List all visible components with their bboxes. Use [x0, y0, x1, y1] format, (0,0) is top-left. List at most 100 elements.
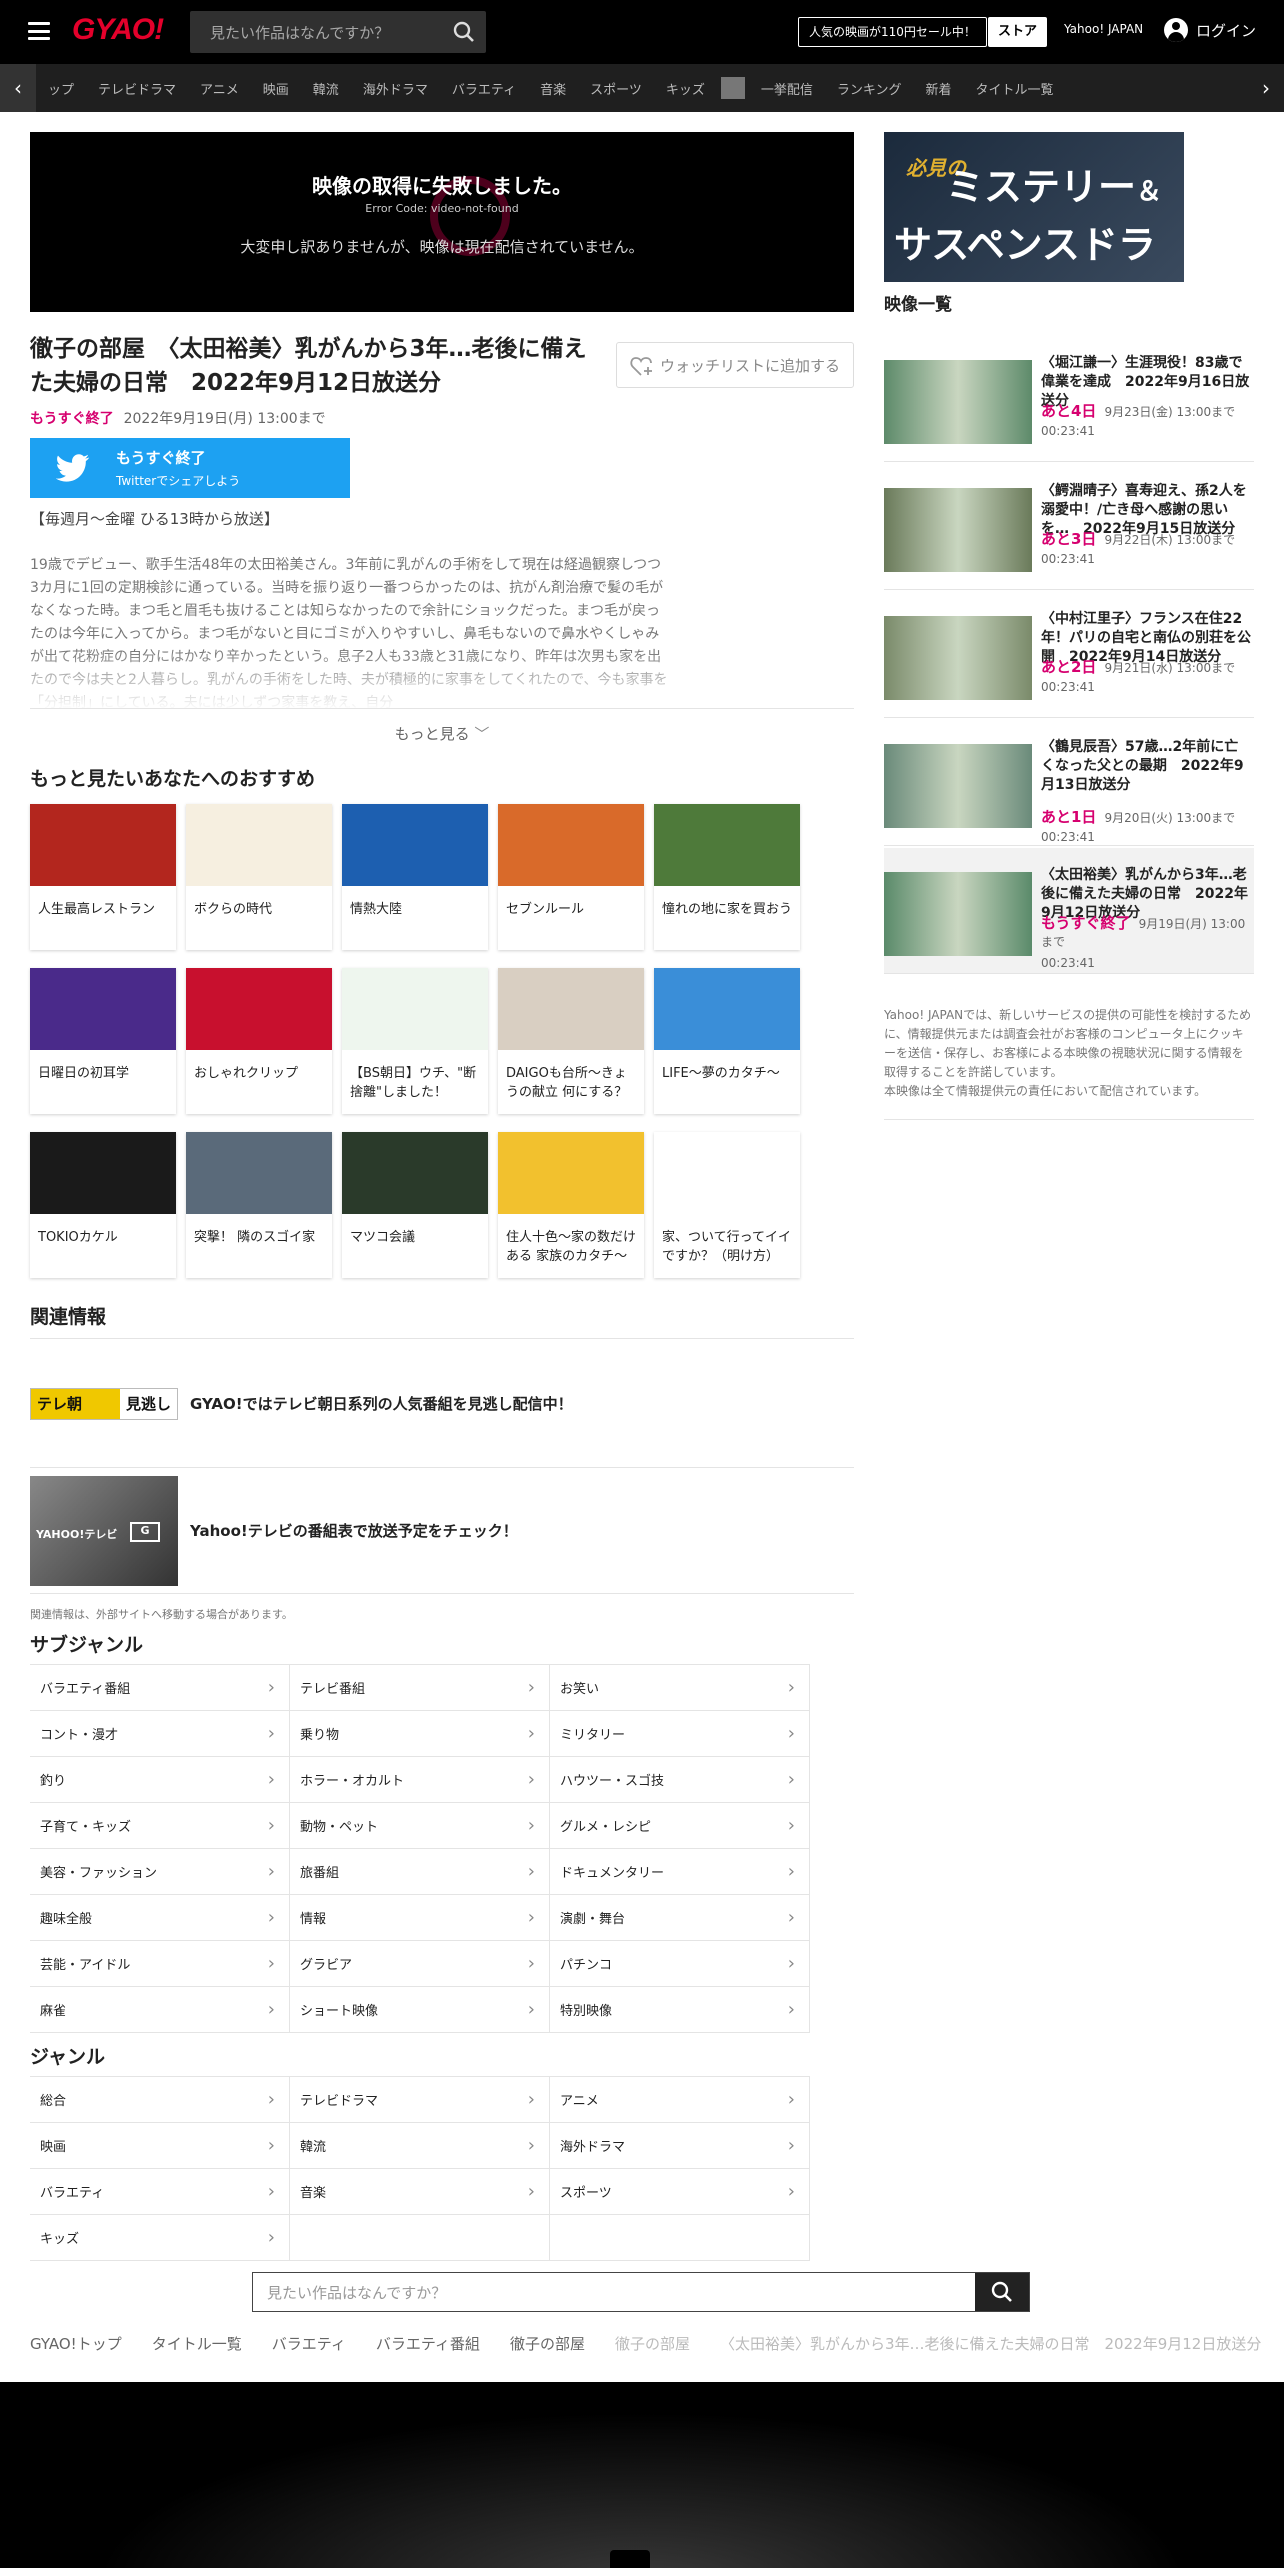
subgenre-item[interactable]: 釣り [30, 1757, 290, 1803]
nav-item[interactable]: バラエティ [440, 79, 528, 98]
recommend-card[interactable]: 住人十色～家の数だけある 家族のカタチ～ [498, 1132, 644, 1278]
nav-item[interactable]: テレビドラマ [86, 79, 188, 98]
subgenre-item[interactable]: 旅番組 [290, 1849, 550, 1895]
subgenre-item[interactable]: 美容・ファッション [30, 1849, 290, 1895]
subgenre-item[interactable]: お笑い [550, 1665, 810, 1711]
recommend-card[interactable]: 人生最高レストラン [30, 804, 176, 950]
watchlist-button[interactable]: ウォッチリストに追加する [616, 342, 854, 388]
subgenre-item[interactable]: パチンコ [550, 1941, 810, 1987]
breadcrumb-link[interactable]: タイトル一覧 [152, 2335, 242, 2353]
recommend-thumbnail [186, 804, 332, 886]
subgenre-item[interactable]: 特別映像 [550, 1987, 810, 2033]
subgenre-item[interactable]: テレビ番組 [290, 1665, 550, 1711]
breadcrumb-link[interactable]: 徹子の部屋 [510, 2335, 585, 2353]
search-icon[interactable] [975, 2273, 1029, 2311]
bottom-search-input[interactable]: 見たい作品はなんですか？ [253, 2282, 975, 2303]
subgenre-item[interactable]: ハウツー・スゴ技 [550, 1757, 810, 1803]
search-input[interactable]: 見たい作品はなんですか？ [190, 22, 442, 43]
video-list-item[interactable]: 〈堀江謙一〉生涯現役！83歳で偉業を達成 2022年9月16日放送分 あと4日 9月… [884, 336, 1254, 462]
recommend-title: 日曜日の初耳学 [38, 1066, 130, 1081]
subgenre-item[interactable]: 子育て・キッズ [30, 1803, 290, 1849]
video-list-item[interactable]: 〈鰐淵晴子〉喜寿迎え、孫2人を溺愛中！/亡き母へ感謝の思いを… 2022年9月1… [884, 464, 1254, 590]
video-deadline: 9月22日(木) 13:00まで [1104, 533, 1236, 547]
heart-plus-icon [630, 355, 652, 376]
subgenre-item[interactable]: ミリタリー [550, 1711, 810, 1757]
recommend-card[interactable]: 情熱大陸 [342, 804, 488, 950]
video-list-item[interactable]: 〈太田裕美〉乳がんから3年…老後に備えた夫婦の日常 2022年9月12日放送分も… [884, 848, 1254, 974]
genre-item[interactable]: スポーツ [550, 2169, 810, 2215]
subgenre-item[interactable]: 麻雀 [30, 1987, 290, 2033]
subgenre-item[interactable]: 動物・ペット [290, 1803, 550, 1849]
genre-item[interactable]: キッズ [30, 2215, 290, 2261]
video-player[interactable]: 映像の取得に失敗しました。 Error Code: video-not-foun… [30, 132, 854, 312]
subgenre-item[interactable]: 演劇・舞台 [550, 1895, 810, 1941]
nav-item[interactable]: ップ [36, 79, 86, 98]
recommend-card[interactable]: 日曜日の初耳学 [30, 968, 176, 1114]
genre-item[interactable]: バラエティ [30, 2169, 290, 2215]
nav-item[interactable]: スポーツ [578, 79, 654, 98]
nav-item[interactable]: 海外ドラマ [351, 79, 440, 98]
breadcrumb-link[interactable]: バラエティ [272, 2335, 346, 2353]
recommend-card[interactable]: 憧れの地に家を買おう [654, 804, 800, 950]
mystery-banner[interactable]: 必見の ミステリー＆ サスペンスドラマ [884, 132, 1184, 282]
remaining-badge: もうすぐ終了 [1041, 914, 1131, 932]
store-button[interactable]: ストア [988, 17, 1048, 47]
nav-item[interactable]: キッズ [654, 79, 717, 98]
breadcrumb-link[interactable]: GYAO!トップ [30, 2335, 122, 2353]
video-list-item[interactable]: 〈中村江里子〉フランス在住22年！パリの自宅と南仏の別荘を公開 2022年9月1… [884, 592, 1254, 718]
genre-item[interactable]: 韓流 [290, 2123, 550, 2169]
subgenre-item[interactable]: 乗り物 [290, 1711, 550, 1757]
twitter-share-button[interactable]: もうすぐ終了 Twitterでシェアしよう [30, 438, 350, 498]
genre-item[interactable]: 海外ドラマ [550, 2123, 810, 2169]
menu-icon[interactable] [28, 22, 50, 40]
gyao-logo[interactable]: GYAO! [72, 13, 164, 47]
recommend-card[interactable]: DAIGOも台所～きょうの献立 何にする？ [498, 968, 644, 1114]
genre-item[interactable]: 映画 [30, 2123, 290, 2169]
subgenre-item[interactable]: ショート映像 [290, 1987, 550, 2033]
nav-item[interactable]: 韓流 [301, 79, 351, 98]
nav-item[interactable]: 音楽 [528, 79, 578, 98]
recommend-card[interactable]: 突撃！ 隣のスゴイ家 [186, 1132, 332, 1278]
video-list-item[interactable]: 〈鶴見辰吾〉57歳…2年前に亡くなった父との最期 2022年9月13日放送分 あと… [884, 720, 1254, 846]
nav-item[interactable]: 映画 [251, 79, 301, 98]
genre-item[interactable]: 音楽 [290, 2169, 550, 2215]
recommend-card[interactable]: TOKIOカケル [30, 1132, 176, 1278]
recommend-card[interactable]: 【BS朝日】ウチ、"断捨離"しました！ [342, 968, 488, 1114]
subgenre-item[interactable]: ドキュメンタリー [550, 1849, 810, 1895]
related-item-yahoo-tv[interactable]: YAHOO!テレビ G Yahoo!テレビの番組表で放送予定をチェック！ [30, 1468, 854, 1594]
genre-item[interactable]: テレビドラマ [290, 2077, 550, 2123]
nav-item[interactable]: 新着 [913, 79, 963, 98]
recommend-card[interactable]: LIFE～夢のカタチ～ [654, 968, 800, 1114]
subgenre-item[interactable]: バラエティ番組 [30, 1665, 290, 1711]
subgenre-item[interactable]: 芸能・アイドル [30, 1941, 290, 1987]
search-icon[interactable] [442, 11, 486, 53]
nav-item[interactable]: アニメ [188, 79, 251, 98]
subgenre-item[interactable]: 情報 [290, 1895, 550, 1941]
login-button[interactable]: ログイン [1164, 18, 1256, 42]
recommend-card[interactable]: マツコ会議 [342, 1132, 488, 1278]
nav-item[interactable]: 一挙配信 [749, 79, 825, 98]
recommend-card[interactable]: おしゃれクリップ [186, 968, 332, 1114]
subgenre-item[interactable]: グルメ・レシピ [550, 1803, 810, 1849]
genre-item[interactable]: アニメ [550, 2077, 810, 2123]
related-item-teleasa[interactable]: テレ朝 見逃し GYAO!ではテレビ朝日系列の人気番組を見逃し配信中！ [30, 1340, 854, 1468]
recommend-card[interactable]: セブンルール [498, 804, 644, 950]
recommend-card[interactable]: 家、ついて行ってイイですか？（明け方） [654, 1132, 800, 1278]
nav-next-icon[interactable]: › [1248, 64, 1284, 112]
subgenre-item[interactable]: ホラー・オカルト [290, 1757, 550, 1803]
yahoo-japan-link[interactable]: Yahoo! JAPAN [1064, 22, 1143, 36]
recommend-card[interactable]: ボクらの時代 [186, 804, 332, 950]
video-availability: あと4日 9月23日(金) 13:00まで [1041, 402, 1235, 421]
subgenre-item[interactable]: 趣味全般 [30, 1895, 290, 1941]
header-search[interactable]: 見たい作品はなんですか？ [190, 11, 486, 53]
promo-link[interactable]: 人気の映画が110円セール中！ [798, 17, 987, 47]
subgenre-item[interactable]: グラビア [290, 1941, 550, 1987]
breadcrumb-link[interactable]: バラエティ番組 [376, 2335, 480, 2353]
genre-item[interactable]: 総合 [30, 2077, 290, 2123]
nav-item[interactable]: ランキング [825, 79, 914, 98]
subgenre-item[interactable]: コント・漫才 [30, 1711, 290, 1757]
nav-prev-icon[interactable]: ‹ [0, 64, 36, 112]
nav-item[interactable]: タイトル一覧 [964, 79, 1066, 98]
show-more-button[interactable]: もっと見る ﹀ [30, 708, 854, 744]
bottom-search[interactable]: 見たい作品はなんですか？ [252, 2272, 1030, 2312]
